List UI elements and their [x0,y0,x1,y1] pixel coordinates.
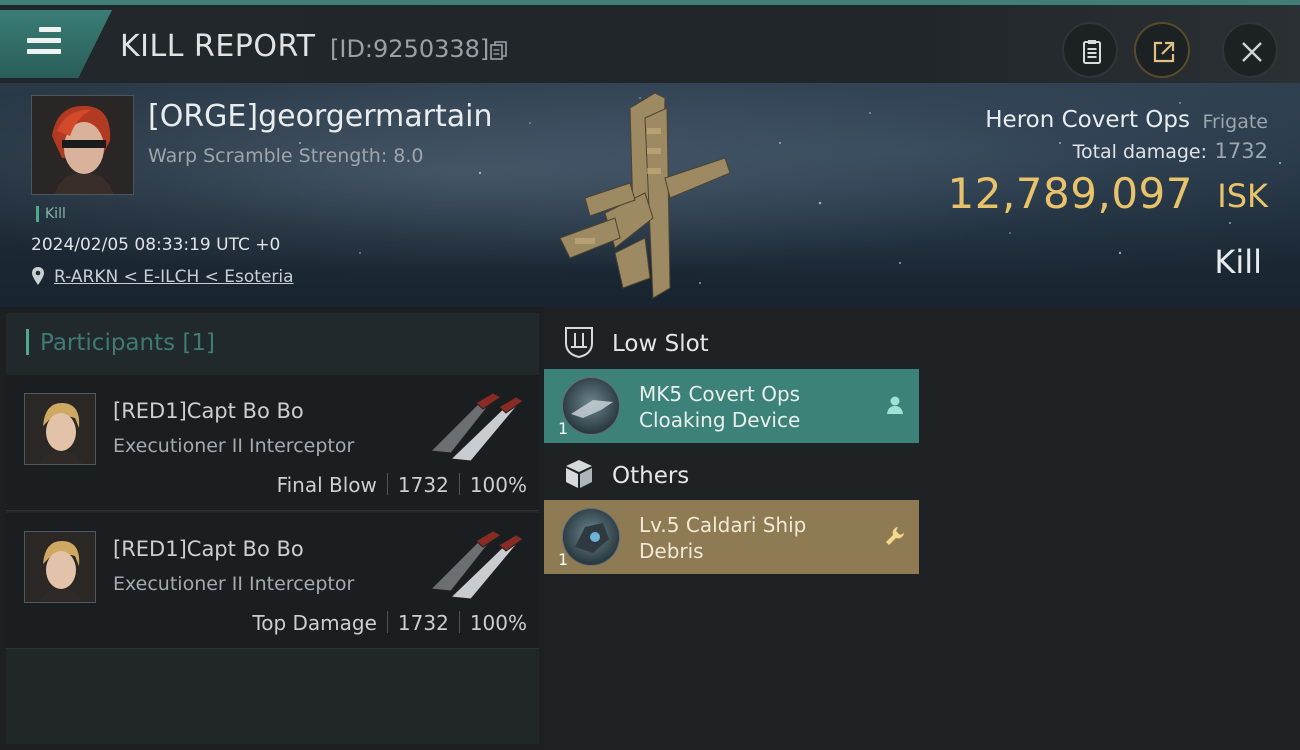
location-pin-icon [32,267,44,285]
participant-ship: Executioner II Interceptor [113,573,355,595]
person-icon [887,396,903,414]
ship-name[interactable]: Heron Covert Ops [985,107,1190,133]
item-thumbnail [562,377,620,435]
notes-icon [1083,40,1101,64]
participant-percent: 100% [469,473,527,497]
low-slot-label: Low Slot [612,331,709,357]
menu-icon [27,27,61,55]
others-label: Others [612,463,690,489]
total-damage-label: Total damage: [1072,141,1207,163]
participant-damage: 1732 [397,473,449,497]
participant-row[interactable]: [RED1]Capt Bo Bo Executioner II Intercep… [6,375,539,511]
ship-debris-icon [575,523,609,553]
copy-icon[interactable] [490,41,508,61]
low-slot-icon [565,327,593,359]
details-area: Participants [1] [RED1]Capt Bo Bo Execut… [0,307,1300,750]
participant-ship: Executioner II Interceptor [113,435,355,457]
divider [458,473,460,495]
item-thumbnail [562,508,620,566]
share-icon [1153,41,1175,63]
others-header: Others [544,443,1300,503]
item-quantity: 1 [558,550,569,569]
title-bar: KILL REPORT [ID:9250338] [0,5,1300,83]
isk-value: 12,789,097 [947,169,1193,218]
divider [386,473,388,495]
avatar [24,393,96,465]
participant-damage: 1732 [397,611,449,635]
fitting-panel: Low Slot 1 MK5 Covert Ops Cloaking Devic… [544,307,1300,750]
participant-role: Final Blow [276,473,377,497]
kill-summary-banner: [ORGE]georgermartain Warp Scramble Stren… [0,83,1300,307]
close-button[interactable] [1222,22,1278,78]
page-title: KILL REPORT [120,29,316,64]
menu-button[interactable] [0,10,112,78]
item-name: MK5 Covert Ops Cloaking Device [639,382,801,432]
participants-header: Participants [1] [6,313,539,371]
other-item[interactable]: 1 Lv.5 Caldari Ship Debris [544,500,919,574]
divider [458,611,460,633]
participants-panel: Participants [1] [RED1]Capt Bo Bo Execut… [6,313,539,744]
ship-class: Frigate [1202,111,1268,133]
section-accent [26,329,29,355]
avatar [24,531,96,603]
item-name: Lv.5 Caldari Ship Debris [639,513,807,563]
total-damage-value: 1732 [1214,139,1268,163]
cloaking-device-icon [571,400,613,418]
participant-name: [RED1]Capt Bo Bo [113,537,304,561]
warp-scramble-strength: Warp Scramble Strength: 8.0 [148,145,424,167]
participant-stats: Final Blow 1732 100% [277,473,527,497]
participant-ship-image [429,392,524,462]
low-slot-header: Low Slot [544,311,1300,371]
kill-type-label: Kill [1214,243,1262,281]
share-button[interactable] [1134,22,1190,78]
participants-title: Participants [1] [40,330,215,356]
box-icon [566,460,592,488]
kill-id: [ID:9250338] [330,35,490,63]
location-link[interactable]: R-ARKN < E-ILCH < Esoteria [54,267,294,287]
victim-portrait[interactable] [31,95,134,195]
participant-row[interactable]: [RED1]Capt Bo Bo Executioner II Intercep… [6,513,539,649]
participant-portrait [25,394,95,464]
kill-tag: Kill [36,206,66,222]
victim-name[interactable]: [ORGE]georgermartain [148,99,492,134]
close-icon [1242,42,1262,62]
notes-button[interactable] [1062,22,1118,78]
item-quantity: 1 [558,419,569,438]
low-slot-item[interactable]: 1 MK5 Covert Ops Cloaking Device [544,369,919,443]
participant-ship-image [429,530,524,600]
victim-ship-image [559,92,731,299]
divider [386,611,388,633]
participant-role: Top Damage [252,611,377,635]
participant-stats: Top Damage 1732 100% [252,611,527,635]
wrench-icon [886,527,904,545]
avatar [32,96,133,194]
participant-percent: 100% [469,611,527,635]
participant-portrait [25,532,95,602]
isk-unit: ISK [1217,177,1268,215]
participant-name: [RED1]Capt Bo Bo [113,399,304,423]
kill-timestamp: 2024/02/05 08:33:19 UTC +0 [31,235,281,255]
